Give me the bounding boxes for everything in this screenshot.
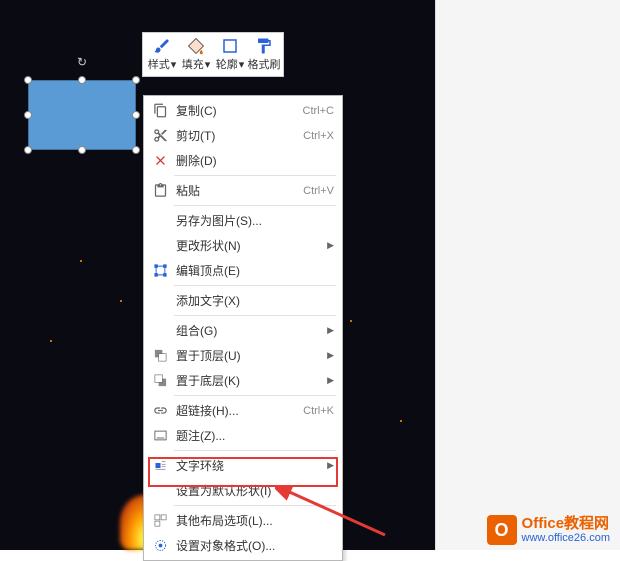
menu-other-layout[interactable]: 其他布局选项(L)... (144, 508, 342, 533)
watermark-logo: O (487, 515, 517, 545)
menu-bring-front[interactable]: 置于顶层(U) ▶ (144, 343, 342, 368)
resize-handle-tm[interactable] (78, 76, 86, 84)
outline-icon (221, 37, 239, 55)
side-panel (435, 0, 620, 550)
menu-format-object-label: 设置对象格式(O)... (170, 537, 334, 554)
resize-handle-tl[interactable] (24, 76, 32, 84)
rectangle-shape[interactable] (28, 80, 136, 150)
fill-label: 填充 (182, 59, 204, 71)
menu-change-shape[interactable]: 更改形状(N) ▶ (144, 233, 342, 258)
bring-front-icon (150, 347, 170, 365)
mini-toolbar: 样式▾ 填充▾ 轮廓▾ 格式刷 (142, 32, 284, 77)
menu-copy-shortcut: Ctrl+C (303, 105, 334, 117)
menu-paste-label: 粘贴 (170, 182, 303, 199)
menu-set-default[interactable]: 设置为默认形状(I) (144, 478, 342, 503)
menu-text-wrap[interactable]: 文字环绕 ▶ (144, 453, 342, 478)
watermark-url: www.office26.com (522, 532, 610, 544)
submenu-arrow-icon: ▶ (327, 325, 334, 336)
edit-points-icon (150, 262, 170, 280)
resize-handle-bl[interactable] (24, 146, 32, 154)
outline-button[interactable]: 轮廓▾ (213, 35, 247, 74)
menu-set-default-label: 设置为默认形状(I) (170, 482, 334, 499)
menu-save-as-pic[interactable]: 另存为图片(S)... (144, 208, 342, 233)
layout-icon (150, 512, 170, 530)
menu-separator (174, 450, 336, 451)
menu-text-wrap-label: 文字环绕 (170, 457, 323, 474)
link-icon (150, 402, 170, 420)
menu-send-back[interactable]: 置于底层(K) ▶ (144, 368, 342, 393)
resize-handle-ml[interactable] (24, 111, 32, 119)
menu-change-shape-label: 更改形状(N) (170, 237, 323, 254)
menu-bring-front-label: 置于顶层(U) (170, 347, 323, 364)
resize-handle-br[interactable] (132, 146, 140, 154)
context-menu: 复制(C) Ctrl+C 剪切(T) Ctrl+X 删除(D) 粘贴 Ctrl+… (143, 95, 343, 561)
paste-icon (150, 182, 170, 200)
menu-separator (174, 285, 336, 286)
menu-separator (174, 315, 336, 316)
menu-separator (174, 205, 336, 206)
menu-separator (174, 395, 336, 396)
menu-hyperlink[interactable]: 超链接(H)... Ctrl+K (144, 398, 342, 423)
text-wrap-icon (150, 457, 170, 475)
watermark-title: Office教程网 (522, 516, 610, 533)
format-painter-button[interactable]: 格式刷 (247, 35, 281, 74)
menu-copy[interactable]: 复制(C) Ctrl+C (144, 98, 342, 123)
menu-save-as-pic-label: 另存为图片(S)... (170, 212, 334, 229)
menu-cut[interactable]: 剪切(T) Ctrl+X (144, 123, 342, 148)
style-label: 样式 (148, 59, 170, 71)
outline-label: 轮廓 (216, 59, 238, 71)
menu-send-back-label: 置于底层(K) (170, 372, 323, 389)
menu-cut-label: 剪切(T) (170, 127, 303, 144)
menu-paste[interactable]: 粘贴 Ctrl+V (144, 178, 342, 203)
copy-icon (150, 102, 170, 120)
menu-group-label: 组合(G) (170, 322, 323, 339)
menu-format-object[interactable]: 设置对象格式(O)... (144, 533, 342, 558)
menu-delete[interactable]: 删除(D) (144, 148, 342, 173)
menu-annotation-label: 题注(Z)... (170, 427, 334, 444)
resize-handle-tr[interactable] (132, 76, 140, 84)
fill-button[interactable]: 填充▾ (179, 35, 213, 74)
menu-hyperlink-label: 超链接(H)... (170, 402, 303, 419)
menu-annotation[interactable]: 题注(Z)... (144, 423, 342, 448)
format-painter-icon (255, 37, 273, 55)
brush-icon (153, 37, 171, 55)
resize-handle-mr[interactable] (132, 111, 140, 119)
format-painter-label: 格式刷 (248, 56, 281, 72)
delete-icon (150, 152, 170, 170)
style-button[interactable]: 样式▾ (145, 35, 179, 74)
menu-edit-points[interactable]: 编辑顶点(E) (144, 258, 342, 283)
menu-copy-label: 复制(C) (170, 102, 303, 119)
menu-hyperlink-shortcut: Ctrl+K (303, 405, 334, 417)
send-back-icon (150, 372, 170, 390)
menu-group[interactable]: 组合(G) ▶ (144, 318, 342, 343)
menu-separator (174, 505, 336, 506)
menu-cut-shortcut: Ctrl+X (303, 130, 334, 142)
submenu-arrow-icon: ▶ (327, 350, 334, 361)
watermark: O Office教程网 www.office26.com (487, 515, 610, 545)
menu-add-text-label: 添加文字(X) (170, 292, 334, 309)
fill-icon (187, 37, 205, 55)
menu-separator (174, 175, 336, 176)
menu-add-text[interactable]: 添加文字(X) (144, 288, 342, 313)
format-object-icon (150, 537, 170, 555)
menu-edit-points-label: 编辑顶点(E) (170, 262, 334, 279)
resize-handle-bm[interactable] (78, 146, 86, 154)
menu-delete-label: 删除(D) (170, 152, 334, 169)
menu-paste-shortcut: Ctrl+V (303, 185, 334, 197)
submenu-arrow-icon: ▶ (327, 375, 334, 386)
cut-icon (150, 127, 170, 145)
selected-shape[interactable]: ↻ (28, 80, 136, 150)
rotate-handle[interactable]: ↻ (76, 56, 88, 68)
submenu-arrow-icon: ▶ (327, 240, 334, 251)
menu-other-layout-label: 其他布局选项(L)... (170, 512, 334, 529)
annotation-icon (150, 427, 170, 445)
submenu-arrow-icon: ▶ (327, 460, 334, 471)
